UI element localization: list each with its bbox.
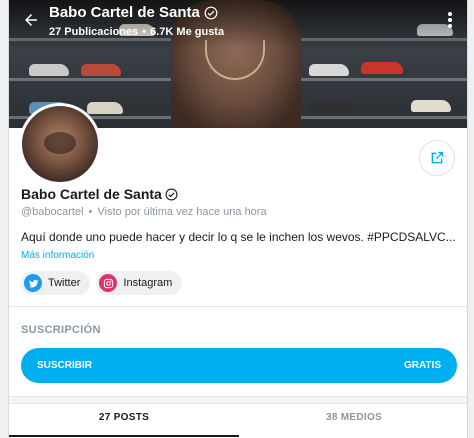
profile-meta: @babocartel • Visto por última vez hace … (21, 206, 267, 218)
share-icon (431, 152, 443, 164)
subscribe-button[interactable]: SUSCRIBIR GRATIS (21, 348, 457, 383)
instagram-link[interactable]: Instagram (96, 271, 183, 295)
profile-bio: Aquí donde uno puede hacer y decir lo q … (21, 230, 456, 244)
more-options-button[interactable] (439, 6, 461, 34)
header-title-row: Babo Cartel de Santa (49, 4, 224, 22)
verified-icon (204, 6, 218, 20)
avatar-image (22, 106, 98, 182)
subscription-heading: SUSCRIPCIÓN (21, 324, 101, 336)
instagram-label: Instagram (123, 277, 173, 289)
profile-page: Babo Cartel de Santa 27 Publicaciones • … (8, 0, 468, 438)
section-divider (9, 306, 467, 307)
verified-icon (165, 188, 178, 200)
header-info: Babo Cartel de Santa 27 Publicaciones • … (49, 4, 224, 40)
content-tabs: 27 POSTS 38 MEDIOS (9, 405, 467, 438)
social-links: Twitter Instagram (21, 271, 183, 295)
likes-count: 6.7K Me gusta (150, 26, 225, 38)
more-info-link[interactable]: Más información (21, 250, 94, 261)
last-seen: Visto por última vez hace una hora (97, 206, 267, 218)
back-button[interactable] (17, 6, 45, 34)
subscribe-label: SUSCRIBIR (37, 360, 93, 371)
more-vertical-icon (448, 12, 452, 28)
header-stats: 27 Publicaciones • 6.7K Me gusta (49, 24, 224, 40)
top-bar: Babo Cartel de Santa 27 Publicaciones • … (9, 0, 467, 44)
meta-separator: • (88, 206, 93, 218)
subscribe-price: GRATIS (403, 360, 441, 371)
tab-media[interactable]: 38 MEDIOS (239, 405, 467, 438)
avatar[interactable] (19, 103, 101, 185)
twitter-link[interactable]: Twitter (21, 271, 91, 295)
share-button[interactable] (419, 140, 455, 176)
profile-name: Babo Cartel de Santa (21, 186, 162, 202)
posts-count: 27 Publicaciones (49, 26, 139, 38)
twitter-icon (24, 274, 42, 292)
stats-separator: • (142, 26, 147, 38)
section-gap (9, 396, 467, 404)
twitter-label: Twitter (48, 277, 81, 289)
header-title: Babo Cartel de Santa (49, 4, 200, 21)
profile-name-row: Babo Cartel de Santa (21, 186, 178, 202)
arrow-left-icon (25, 14, 37, 26)
tab-posts[interactable]: 27 POSTS (9, 405, 239, 438)
username: @babocartel (21, 206, 84, 218)
instagram-icon (99, 274, 118, 292)
